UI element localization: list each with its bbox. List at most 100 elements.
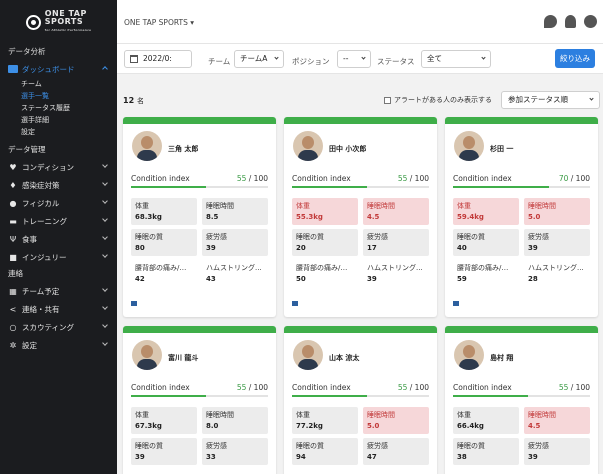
sidebar-subitem[interactable]: 設定 (0, 126, 117, 138)
sidebar-item[interactable]: ● フィジカル (0, 194, 117, 212)
chevron-down-icon (102, 304, 108, 310)
dashboard-submenu: チーム 選手一覧 ステータス履歴 選手詳細 設定 (0, 78, 117, 138)
metric-fatigue: 疲労感 17 (363, 229, 429, 256)
sidebar-subitem[interactable]: 選手一覧 (0, 90, 117, 102)
player-card[interactable]: 富川 龍斗 Condition index 55 / 100 体重 67.3kg 睡眠時間… (123, 326, 276, 474)
metric-weight-value: 68.3kg (135, 213, 162, 221)
metric-weight-label: 体重 (457, 202, 471, 210)
sidebar-item[interactable]: < 連絡・共有 (0, 300, 117, 318)
player-card[interactable]: 島村 翔 Condition index 55 / 100 体重 66.4kg 睡眠時間 4… (445, 326, 598, 474)
player-name[interactable]: 島村 翔 (490, 353, 513, 363)
condition-index-max: / 100 (248, 174, 268, 183)
metric-sleep-quality-value: 94 (296, 453, 306, 461)
heart-icon: ♥ (9, 162, 17, 172)
metric-weight-label: 体重 (135, 202, 149, 210)
player-avatar (132, 340, 162, 370)
sidebar-item[interactable]: ▦ チーム予定 (0, 282, 117, 300)
section-data-management: データ管理 (8, 145, 46, 154)
metric-sleep-time: 睡眠時間 4.5 (524, 407, 590, 434)
player-card[interactable]: 杉田 一 Condition index 70 / 100 体重 59.4kg 睡眠時間 5… (445, 117, 598, 317)
player-name[interactable]: 杉田 一 (490, 144, 513, 154)
checkbox-box[interactable] (384, 96, 391, 104)
account-icon[interactable] (584, 15, 597, 28)
team-switcher[interactable]: ONE TAP SPORTS ▾ (124, 18, 194, 27)
sidebar-subitem[interactable]: チーム (0, 78, 117, 90)
brand-logo[interactable]: ONE TAP SPORTS for Athletic Performance (0, 0, 117, 44)
sidebar-item[interactable]: ■ インジュリー (0, 248, 117, 266)
player-name[interactable]: 山本 涼太 (329, 353, 359, 363)
condition-index-value: 55 / 100 (237, 174, 268, 183)
sidebar-subitem[interactable]: ステータス履歴 (0, 102, 117, 114)
chevron-down-icon (102, 198, 108, 204)
top-bar: ONE TAP SPORTS ▾ (117, 0, 603, 44)
sidebar-item-label: トレーニング (22, 216, 67, 226)
sort-select-value: 参加ステータス順 (508, 95, 568, 104)
player-avatar (454, 131, 484, 161)
refine-button[interactable]: 絞り込み (555, 49, 595, 68)
player-name[interactable]: 田中 小次郎 (329, 144, 366, 154)
date-value: 2022/0: (143, 54, 172, 63)
condition-index-score: 55 (397, 174, 408, 183)
metric-back-pain: 腰背部の痛み/ハリ 42 (131, 260, 197, 287)
note-icon[interactable] (292, 301, 298, 306)
sidebar-subitem[interactable]: 選手詳細 (0, 114, 117, 126)
player-avatar (132, 131, 162, 161)
metric-sleep-time: 睡眠時間 5.0 (363, 407, 429, 434)
position-select[interactable]: -- (337, 50, 371, 68)
dumbbell-icon: ▬ (9, 216, 17, 226)
chevron-up-icon (102, 66, 108, 72)
team-select[interactable]: チームA (234, 50, 284, 68)
alert-only-label: アラートがある人のみ表示する (394, 96, 492, 104)
player-name[interactable]: 富川 龍斗 (168, 353, 198, 363)
sidebar-item[interactable]: ♦ 感染症対策 (0, 176, 117, 194)
player-name[interactable]: 三角 太郎 (168, 144, 198, 154)
sidebar-item[interactable]: Ψ 食事 (0, 230, 117, 248)
chevron-down-icon (102, 234, 108, 240)
player-card[interactable]: 田中 小次郎 Condition index 55 / 100 体重 55.3kg 睡眠時… (284, 117, 437, 317)
condition-index-bar (292, 186, 429, 188)
sidebar-item[interactable]: ♥ コンディション (0, 158, 117, 176)
status-bar (123, 326, 276, 333)
sidebar-item-label: 感染症対策 (22, 180, 60, 190)
status-select[interactable]: 全て (421, 50, 491, 68)
metric-sleep-time-label: 睡眠時間 (367, 411, 395, 419)
sort-select[interactable]: 参加ステータス順 (501, 91, 600, 109)
sidebar-item[interactable]: ✲ 設定 (0, 336, 117, 354)
date-input[interactable]: 2022/0: (124, 50, 192, 68)
player-card[interactable]: 山本 涼太 Condition index 55 / 100 体重 77.2kg 睡眠時間… (284, 326, 437, 474)
brand-line-2: SPORTS (44, 17, 84, 26)
condition-index-bar (131, 186, 268, 188)
bell-icon[interactable] (565, 15, 576, 28)
note-icon[interactable] (131, 301, 137, 306)
metric-fatigue-value: 33 (206, 453, 216, 461)
metric-fatigue-label: 疲労感 (528, 233, 549, 241)
sidebar-item-dashboard[interactable]: ダッシュボード (0, 60, 117, 78)
sidebar-item[interactable]: ▬ トレーニング (0, 212, 117, 230)
team-filter-label: チーム (208, 57, 231, 66)
alert-only-checkbox[interactable]: アラートがある人のみ表示する (384, 95, 492, 105)
metric-sleep-quality-label: 睡眠の質 (457, 233, 485, 241)
sidebar-item-label: 設定 (22, 340, 37, 350)
condition-index-fill (292, 186, 368, 188)
metric-sleep-time: 睡眠時間 8.5 (202, 198, 268, 225)
note-icon[interactable] (453, 301, 459, 306)
condition-index-label: Condition index (131, 383, 190, 392)
metric-hamstring: ハムストリング... 28 (524, 260, 590, 287)
metric-weight: 体重 68.3kg (131, 198, 197, 225)
metric-weight: 体重 77.2kg (292, 407, 358, 434)
player-card[interactable]: 三角 太郎 Condition index 55 / 100 体重 68.3kg 睡眠時間… (123, 117, 276, 317)
metric-weight: 体重 55.3kg (292, 198, 358, 225)
condition-index-max: / 100 (248, 383, 268, 392)
sidebar-item[interactable]: ○ スカウティング (0, 318, 117, 336)
metric-sleep-quality: 睡眠の質 20 (292, 229, 358, 256)
dashboard-icon (8, 65, 18, 73)
metric-back-pain-value: 42 (135, 275, 145, 283)
count-unit: 名 (136, 97, 144, 105)
metric-fatigue-label: 疲労感 (367, 442, 388, 450)
chat-icon[interactable] (544, 15, 557, 28)
sidebar-item-label: 食事 (22, 234, 37, 244)
status-bar (445, 117, 598, 124)
metric-sleep-time: 睡眠時間 4.5 (363, 198, 429, 225)
condition-index-value: 55 / 100 (237, 383, 268, 392)
metric-fatigue: 疲労感 39 (524, 229, 590, 256)
